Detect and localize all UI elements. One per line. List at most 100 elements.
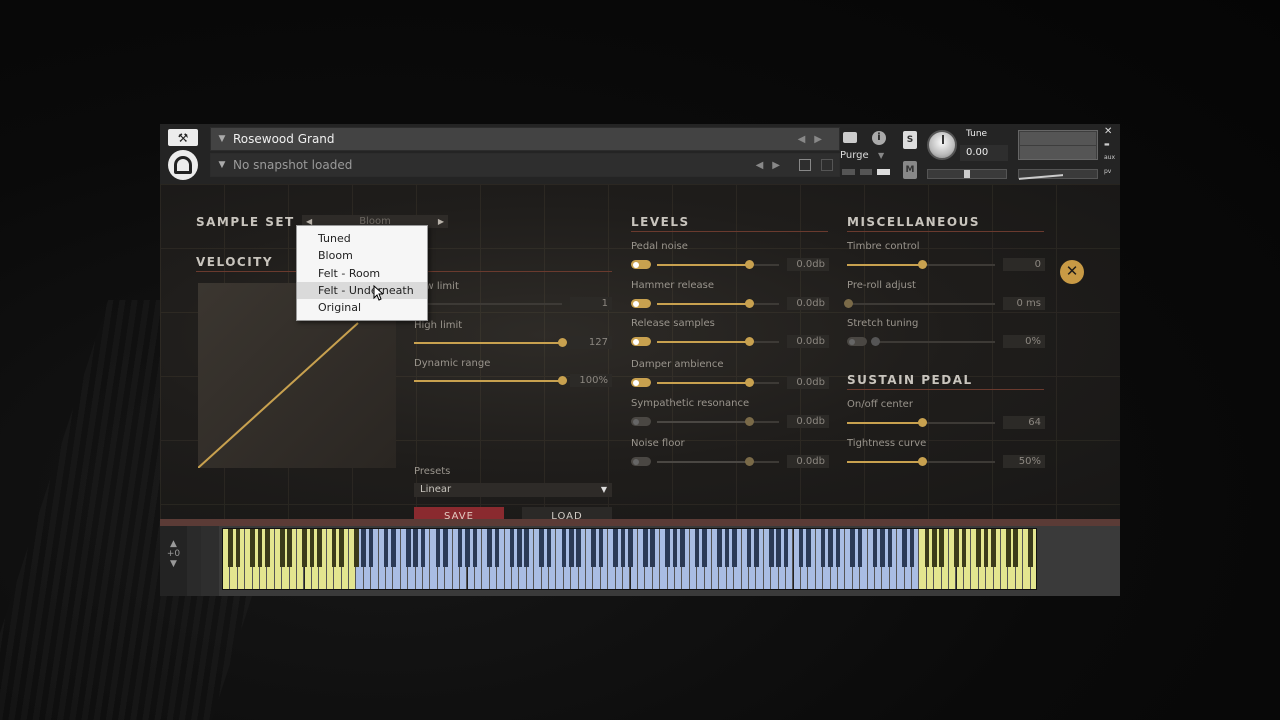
level-value[interactable]: 0.0db [787,335,829,348]
black-key[interactable] [591,529,596,567]
black-key[interactable] [539,529,544,567]
dynamic-range-slider[interactable] [414,376,567,385]
slider-thumb[interactable] [558,338,567,347]
black-key[interactable] [598,529,604,567]
tune-knob[interactable] [927,130,957,160]
delete-snapshot-icon[interactable] [821,159,833,171]
mute-button[interactable]: M [903,161,917,179]
camera-icon[interactable] [843,132,857,143]
black-key[interactable] [798,529,804,567]
black-key[interactable] [768,529,774,567]
sample-set-option[interactable]: Felt - Room [297,265,427,282]
black-key[interactable] [331,529,337,567]
black-key[interactable] [776,529,781,567]
slider-thumb[interactable] [558,376,567,385]
snapshot-nav-arrows[interactable]: ◀▶ [756,160,789,171]
slider-thumb[interactable] [745,337,754,346]
black-key[interactable] [517,529,522,567]
black-key[interactable] [413,529,418,567]
snapshot-bar[interactable]: ▼ No snapshot loaded ◀▶ [210,153,840,177]
black-key[interactable] [672,529,678,567]
black-key[interactable] [1006,529,1011,567]
purge-button[interactable]: Purge [840,150,869,161]
black-key[interactable] [628,529,633,567]
pre-roll-adjust-value[interactable]: 0 ms [1003,297,1045,310]
close-panel-button[interactable]: ✕ [1060,260,1084,284]
level-toggle[interactable] [631,457,651,466]
slider-thumb[interactable] [844,299,853,308]
low-limit-slider[interactable] [414,303,562,305]
pan-slider[interactable] [927,169,1007,179]
level-value[interactable]: 0.0db [787,258,829,271]
slider-thumb[interactable] [745,417,754,426]
stretch-tuning-toggle[interactable] [847,337,867,346]
low-limit-value[interactable]: 1 [570,297,612,310]
volume-slider[interactable] [1018,169,1098,180]
black-key[interactable] [702,529,707,567]
level-toggle[interactable] [631,299,651,308]
level-value[interactable]: 0.0db [787,415,829,428]
sample-set-option[interactable]: Tuned [297,230,427,247]
black-key[interactable] [235,529,241,567]
black-key[interactable] [287,529,292,567]
pitch-wheel[interactable] [187,526,201,596]
dynamic-range-value[interactable]: 100% [570,374,612,387]
black-key[interactable] [309,529,315,567]
black-key[interactable] [931,529,937,567]
black-key[interactable] [487,529,493,567]
high-limit-slider[interactable] [414,338,567,347]
black-key[interactable] [806,529,811,567]
sample-set-option[interactable]: Felt - Underneath [297,281,427,300]
black-key[interactable] [872,529,878,567]
black-key[interactable] [317,529,322,567]
stretch-tuning-value[interactable]: 0% [1003,335,1045,348]
slider-thumb[interactable] [745,299,754,308]
black-key[interactable] [279,529,285,567]
black-key[interactable] [620,529,626,567]
black-key[interactable] [265,529,270,567]
mod-wheel[interactable] [201,526,219,596]
black-key[interactable] [568,529,574,567]
tightness-curve-value[interactable]: 50% [1003,455,1045,468]
black-key[interactable] [509,529,515,567]
level-value[interactable]: 0.0db [787,297,829,310]
black-key[interactable] [976,529,982,567]
wrench-icon[interactable]: ⚒ [168,129,198,146]
black-key[interactable] [680,529,685,567]
black-key[interactable] [257,529,263,567]
chevron-right-icon[interactable]: ▶ [438,215,444,228]
piano-keyboard[interactable] [222,528,1037,590]
black-key[interactable] [754,529,759,567]
slider-thumb[interactable] [745,457,754,466]
slider-thumb[interactable] [745,260,754,269]
black-key[interactable] [746,529,752,567]
black-key[interactable] [643,529,648,567]
black-key[interactable] [665,529,670,567]
level-toggle[interactable] [631,417,651,426]
timbre-control-value[interactable]: 0 [1003,258,1045,271]
black-key[interactable] [228,529,233,567]
black-key[interactable] [939,529,944,567]
black-key[interactable] [650,529,656,567]
black-key[interactable] [991,529,996,567]
black-key[interactable] [783,529,789,567]
minimize-icon[interactable]: ▬ [1104,141,1110,148]
sample-set-option[interactable]: Original [297,299,427,316]
black-key[interactable] [576,529,581,567]
level-slider[interactable] [657,417,779,426]
stretch-tuning-slider[interactable] [871,337,995,346]
chevron-down-icon[interactable]: ▼ [878,151,884,160]
black-key[interactable] [887,529,893,567]
slider-thumb[interactable] [918,418,927,427]
high-limit-value[interactable]: 127 [570,336,612,349]
slider-thumb[interactable] [745,378,754,387]
black-key[interactable] [857,529,863,567]
black-key[interactable] [561,529,567,567]
black-key[interactable] [850,529,856,567]
black-key[interactable] [902,529,907,567]
timbre-control-slider[interactable] [847,260,995,269]
black-key[interactable] [250,529,255,567]
black-key[interactable] [961,529,967,567]
solo-button[interactable]: S [903,131,917,149]
black-key[interactable] [494,529,500,567]
